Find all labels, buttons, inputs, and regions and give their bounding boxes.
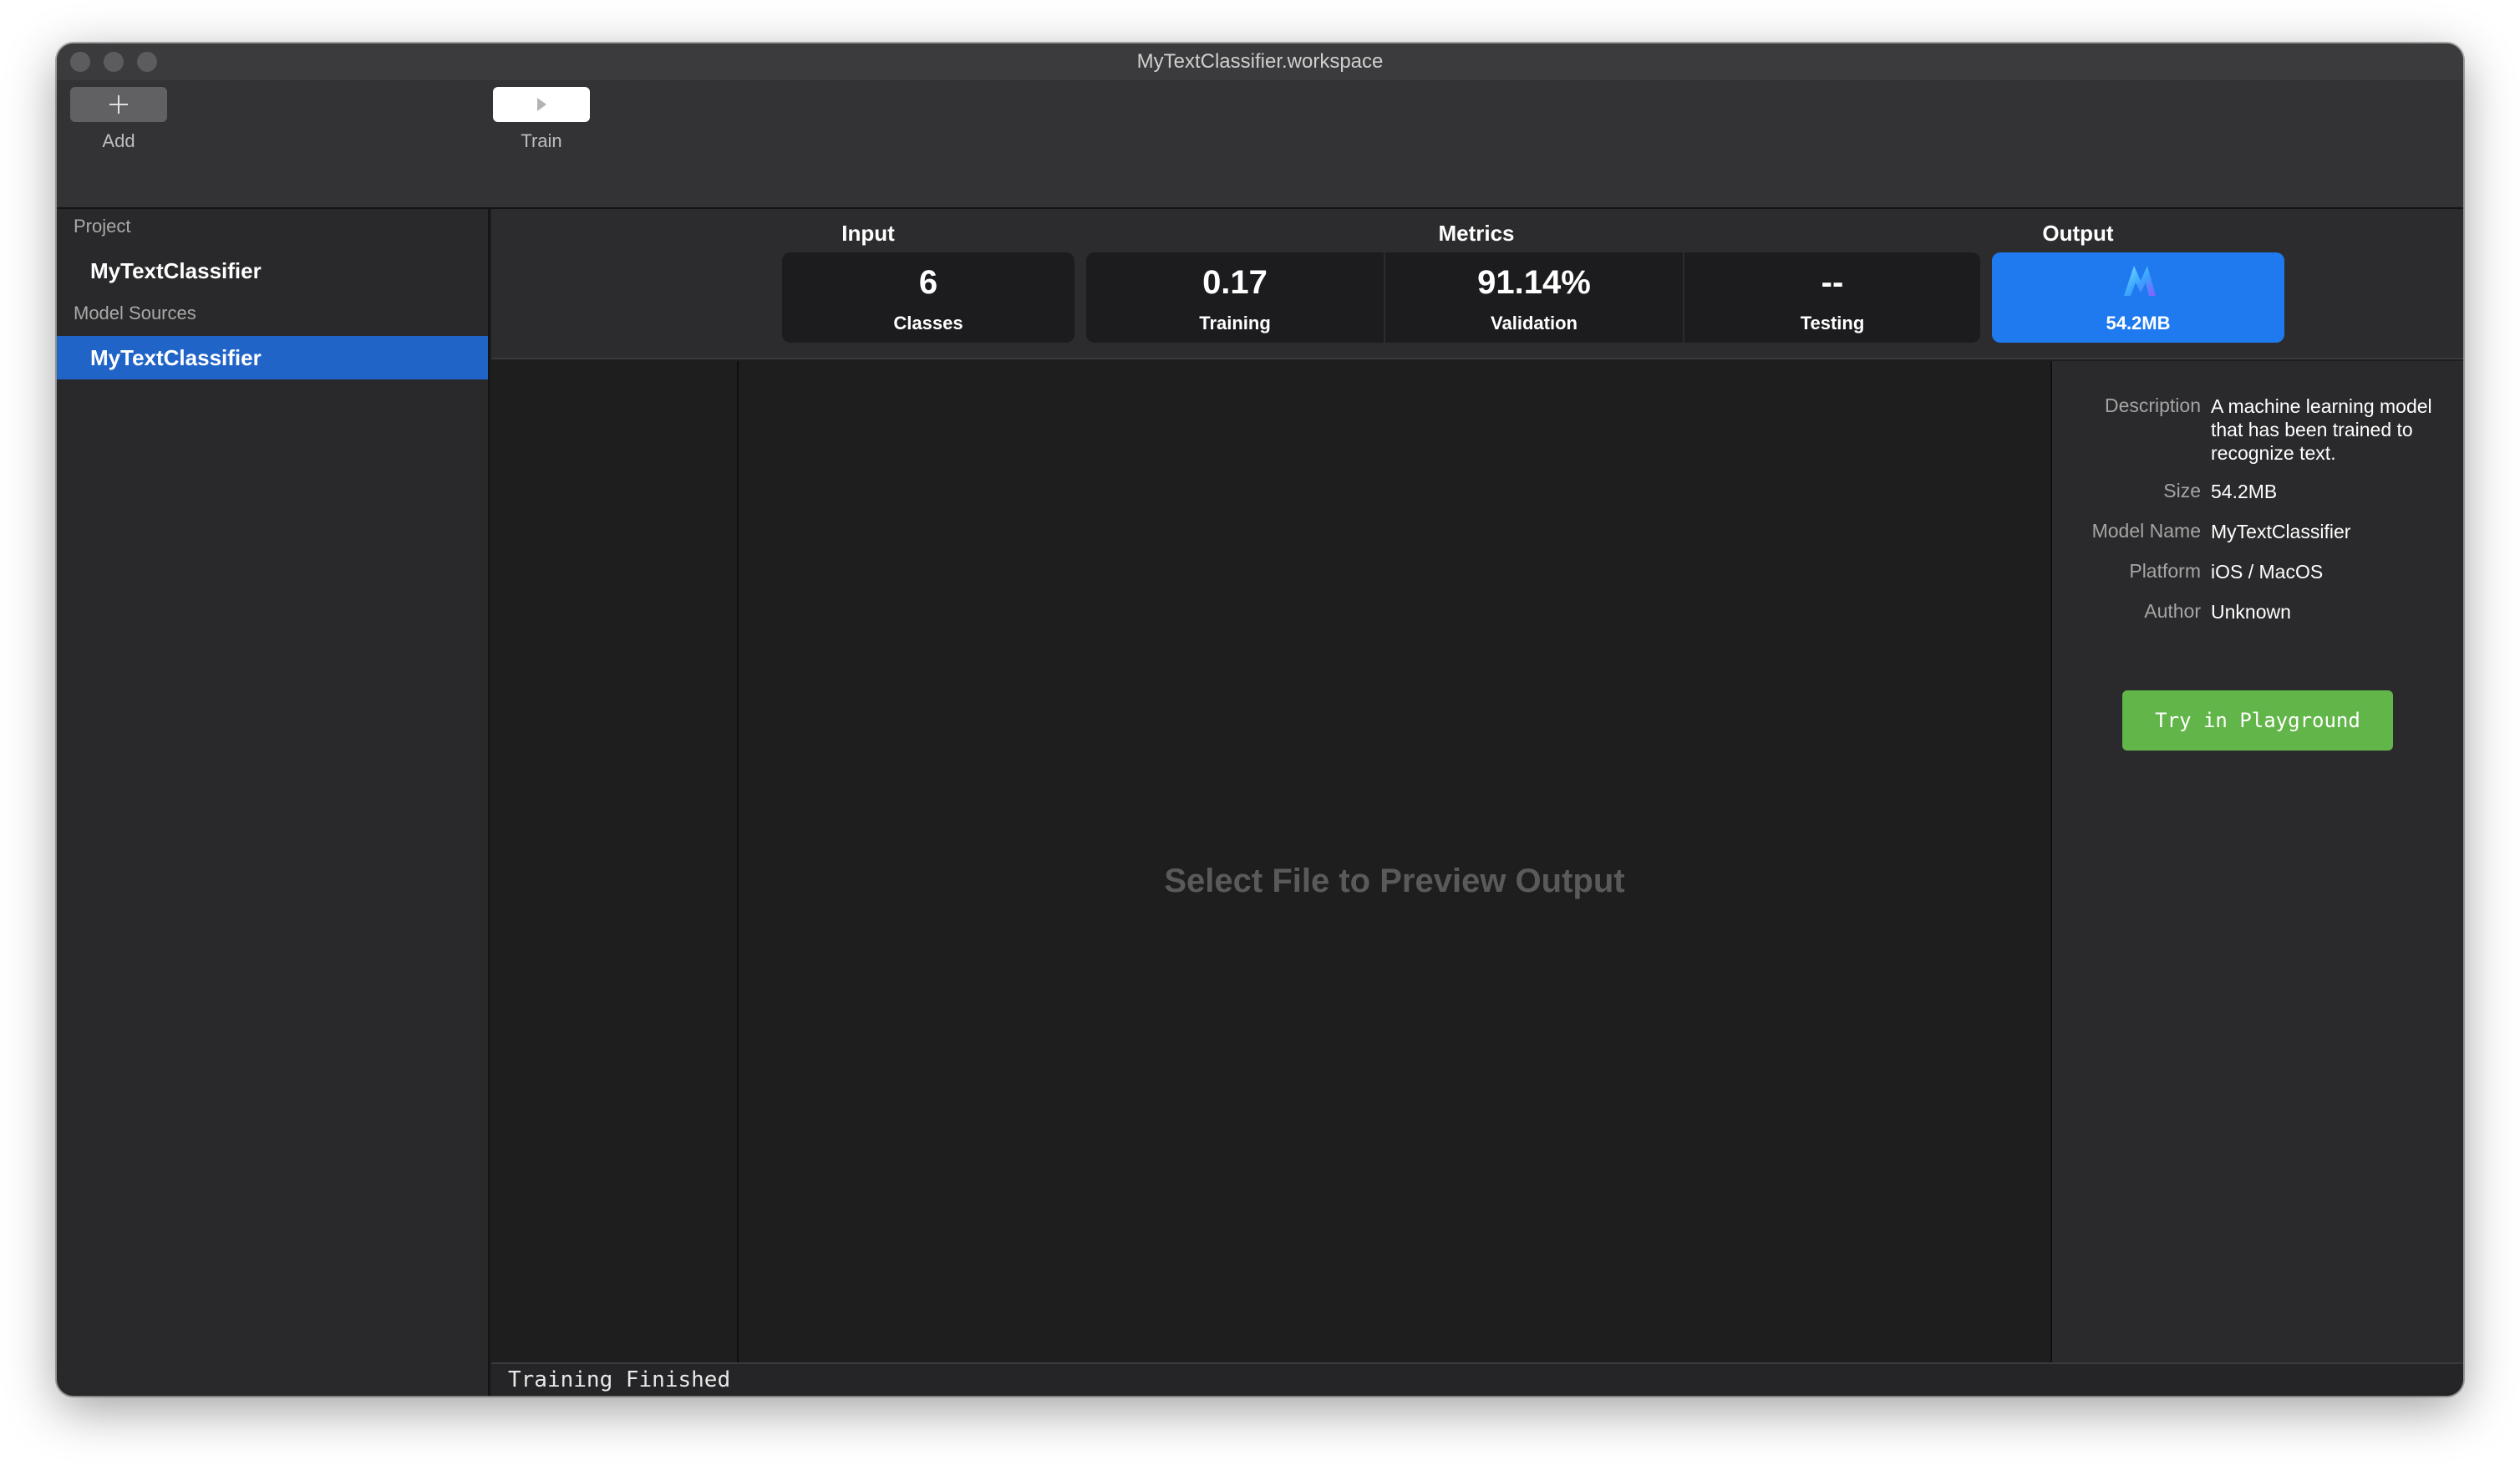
file-list-pane[interactable] xyxy=(491,361,739,1396)
status-text: Training Finished xyxy=(508,1367,731,1392)
training-label: Training xyxy=(1199,313,1271,333)
detail-value-platform: iOS / MacOS xyxy=(2211,561,2324,583)
add-button-label: Add xyxy=(102,130,135,151)
training-value: 0.17 xyxy=(1202,264,1268,301)
detail-value-author: Unknown xyxy=(2211,601,2291,623)
detail-key-platform: Platform xyxy=(2129,560,2201,582)
classes-cell: 6 Classes xyxy=(782,252,1075,343)
testing-cell: -- Testing xyxy=(1684,252,1980,343)
output-group-label: Output xyxy=(2042,221,2114,246)
output-size-cell: 54.2MB xyxy=(1992,252,2284,343)
sidebar-header-model-sources: Model Sources xyxy=(74,303,196,323)
preview-pane: Select File to Preview Output xyxy=(739,361,2052,1396)
output-card[interactable]: 54.2MB xyxy=(1992,252,2284,343)
testing-label: Testing xyxy=(1800,313,1865,333)
detail-key-author: Author xyxy=(2144,600,2201,622)
classes-label: Classes xyxy=(893,313,963,333)
title-bar: MyTextClassifier.workspace xyxy=(57,43,2463,80)
detail-key-size: Size xyxy=(2163,480,2201,501)
preview-placeholder: Select File to Preview Output xyxy=(1164,863,1625,899)
testing-value: -- xyxy=(1821,264,1844,301)
classes-value: 6 xyxy=(918,264,938,301)
status-bar: Training Finished xyxy=(491,1362,2463,1396)
train-button-label: Train xyxy=(521,130,562,151)
detail-value-model-name: MyTextClassifier xyxy=(2211,521,2351,542)
sidebar: Project MyTextClassifier Model Sources M… xyxy=(57,209,490,1396)
validation-label: Validation xyxy=(1491,313,1578,333)
detail-value-size: 54.2MB xyxy=(2211,481,2278,502)
train-button[interactable] xyxy=(493,87,590,122)
sidebar-item-model-source[interactable]: MyTextClassifier xyxy=(57,336,488,379)
metrics-group-label: Metrics xyxy=(1438,221,1515,246)
detail-key-description: Description xyxy=(2104,394,2201,416)
app-window: MyTextClassifier.workspace Add Train Pro… xyxy=(57,43,2463,1396)
output-size-label: 54.2MB xyxy=(2106,313,2171,333)
validation-value: 91.14% xyxy=(1477,264,1591,301)
sidebar-header-project: Project xyxy=(74,216,131,237)
toolbar: Add Train xyxy=(57,80,2463,209)
plus-icon xyxy=(109,95,128,114)
window-title: MyTextClassifier.workspace xyxy=(1136,50,1384,73)
training-cell: 0.17 Training xyxy=(1086,252,1384,343)
metrics-header: Input Metrics Output 6 Classes 0.17 Trai… xyxy=(491,209,2463,359)
details-pane: Description A machine learning model tha… xyxy=(2052,361,2463,1396)
play-icon xyxy=(536,98,546,111)
try-in-playground-button[interactable]: Try in Playground xyxy=(2122,690,2393,751)
detail-key-model-name: Model Name xyxy=(2091,520,2201,542)
input-card[interactable]: 6 Classes xyxy=(782,252,1075,343)
sidebar-item-project[interactable]: MyTextClassifier xyxy=(57,249,488,293)
validation-cell: 91.14% Validation xyxy=(1385,252,1683,343)
input-group-label: Input xyxy=(841,221,895,246)
metrics-card[interactable]: 0.17 Training 91.14% Validation -- Testi… xyxy=(1086,252,1980,343)
add-button[interactable] xyxy=(70,87,167,122)
detail-value-description: A machine learning model that has been t… xyxy=(2211,395,2432,464)
